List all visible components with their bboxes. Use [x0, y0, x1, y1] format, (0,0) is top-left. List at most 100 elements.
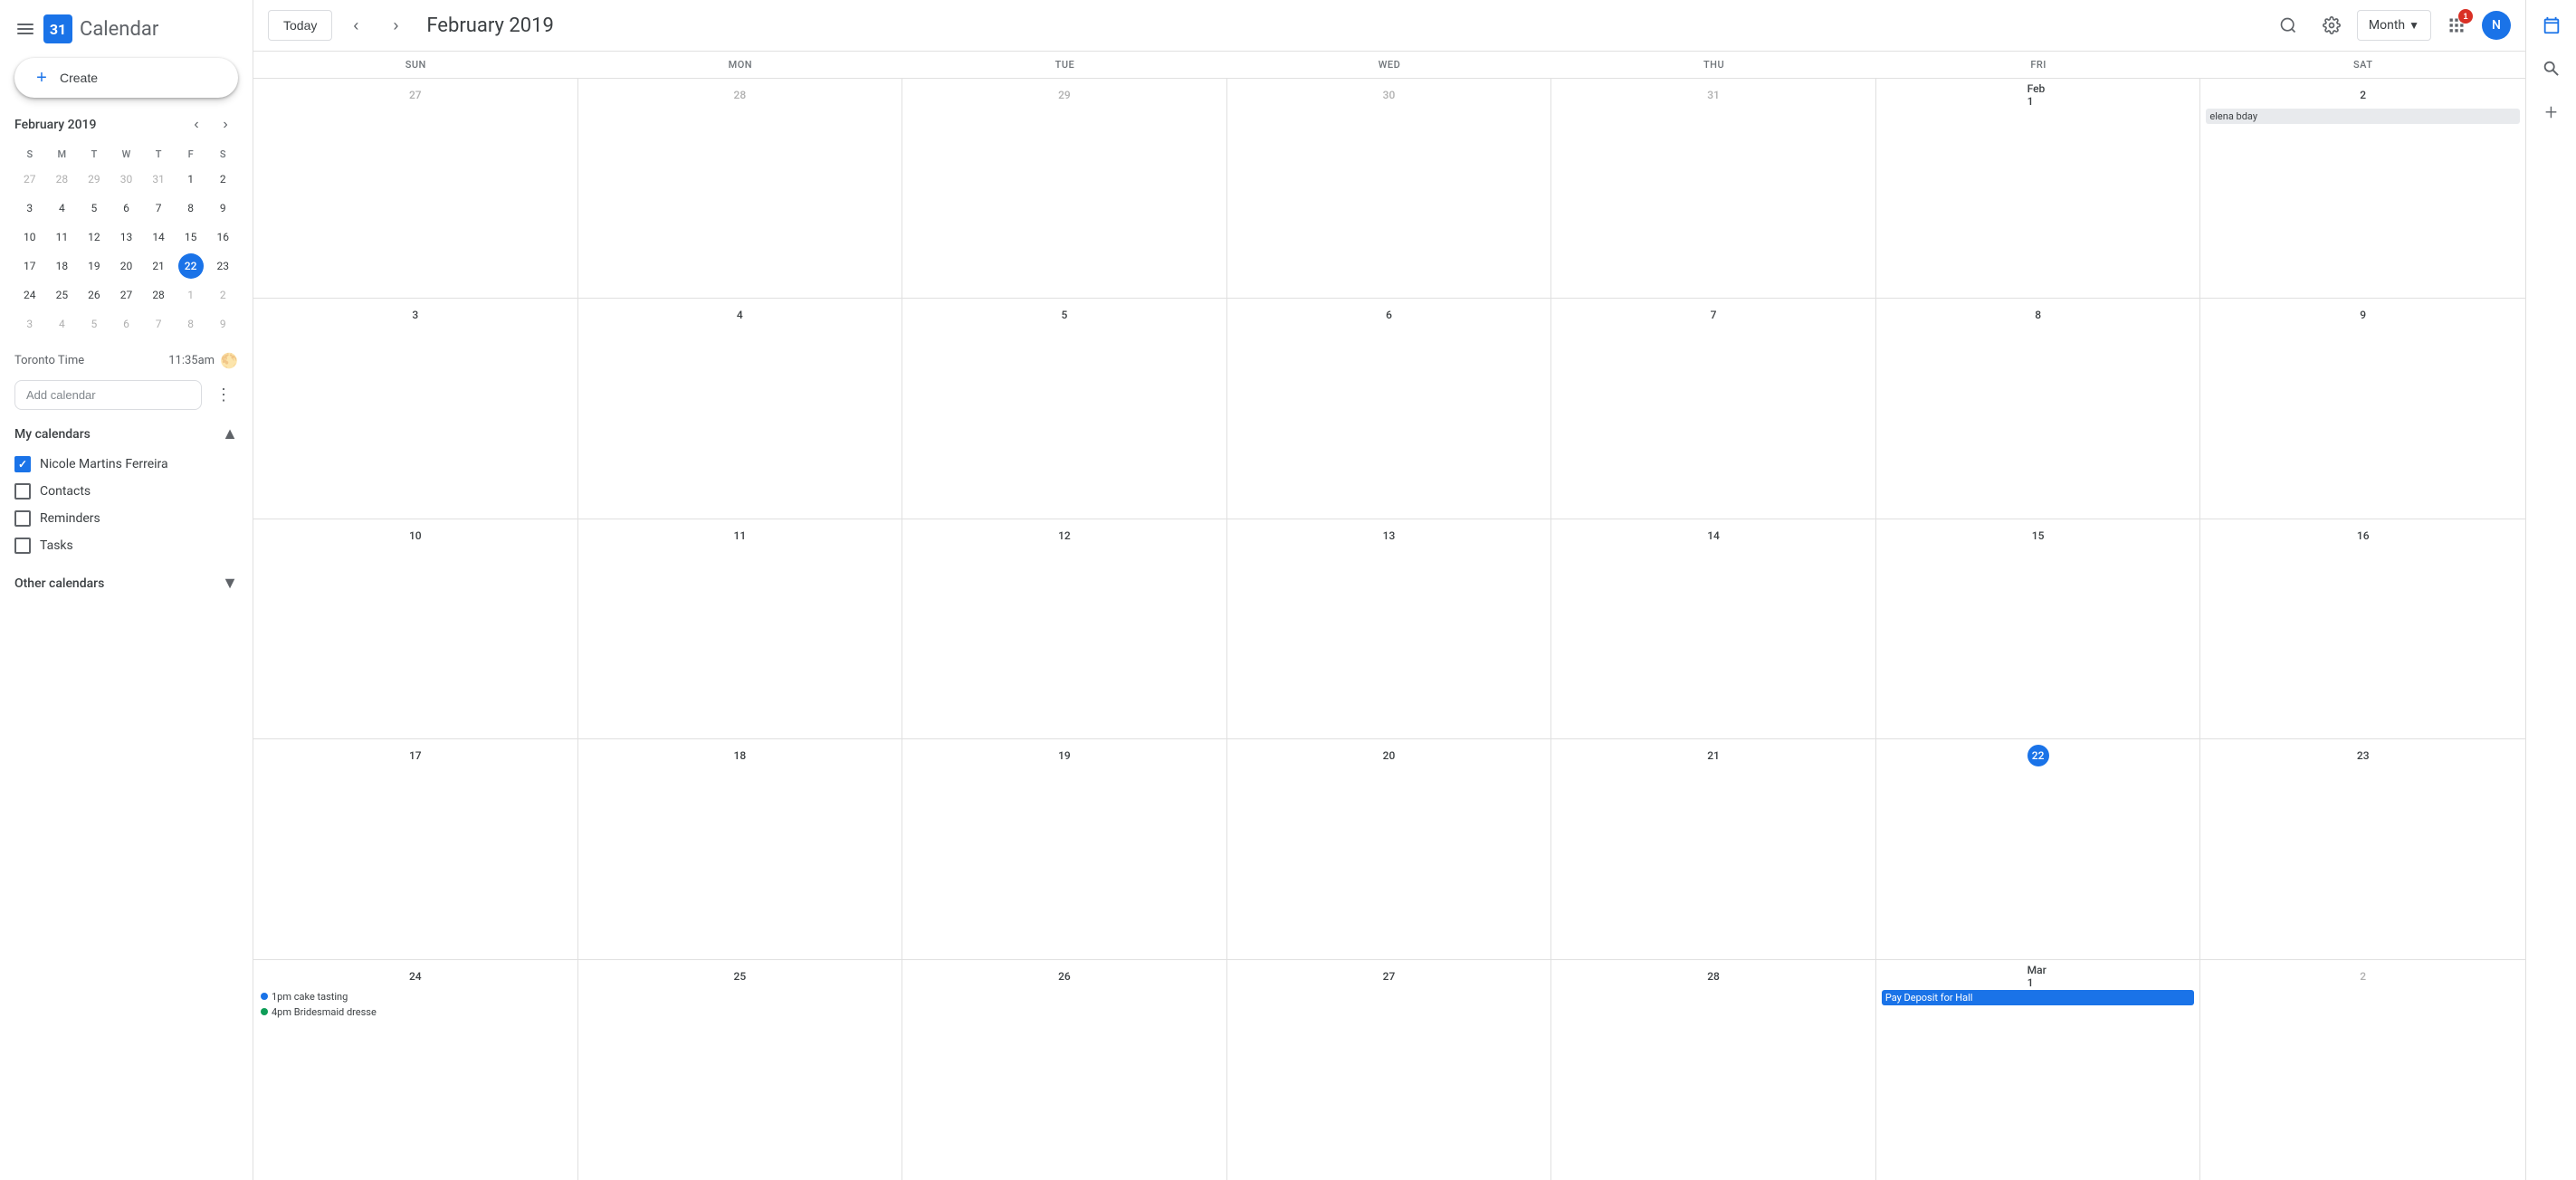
date-feb20[interactable]: 20 [1378, 745, 1399, 766]
cell-feb22[interactable]: 22 [1876, 739, 2201, 958]
mini-day[interactable]: 4 [49, 311, 74, 337]
cell-feb3[interactable]: 3 [253, 299, 578, 518]
date-jan29[interactable]: 29 [1054, 84, 1075, 106]
mini-day[interactable]: 27 [113, 282, 138, 308]
mini-day[interactable]: 9 [210, 195, 235, 221]
date-feb5[interactable]: 5 [1054, 304, 1075, 326]
cell-feb1[interactable]: Feb 1 [1876, 79, 2201, 298]
mini-day[interactable]: 28 [49, 167, 74, 192]
date-feb24[interactable]: 24 [405, 966, 426, 987]
cell-jan29[interactable]: 29 [902, 79, 1227, 298]
settings-button[interactable] [2314, 7, 2350, 43]
mini-day[interactable]: 8 [178, 195, 204, 221]
date-mar2[interactable]: 2 [2352, 966, 2374, 987]
cell-feb23[interactable]: 23 [2200, 739, 2525, 958]
calendar-checkbox-nicole[interactable] [14, 456, 31, 472]
mini-day[interactable]: 8 [178, 311, 204, 337]
date-feb25[interactable]: 25 [729, 966, 750, 987]
mini-day[interactable]: 31 [146, 167, 171, 192]
search-side-icon[interactable] [2533, 51, 2570, 87]
date-feb4[interactable]: 4 [729, 304, 750, 326]
mini-day[interactable]: 2 [210, 167, 235, 192]
mini-day[interactable]: 13 [113, 224, 138, 250]
calendar-item-nicole[interactable]: Nicole Martins Ferreira [0, 451, 253, 478]
cell-mar2[interactable]: 2 [2200, 960, 2525, 1180]
mini-day[interactable]: 24 [17, 282, 43, 308]
date-feb12[interactable]: 12 [1054, 525, 1075, 547]
mini-day[interactable]: 5 [81, 195, 107, 221]
date-jan28[interactable]: 28 [729, 84, 750, 106]
date-feb2[interactable]: 2 [2352, 84, 2374, 106]
date-feb21[interactable]: 21 [1703, 745, 1724, 766]
apps-button[interactable]: 1 [2438, 7, 2475, 43]
date-feb18[interactable]: 18 [729, 745, 750, 766]
mini-day[interactable]: 25 [49, 282, 74, 308]
cell-feb27[interactable]: 27 [1227, 960, 1552, 1180]
date-feb22-today[interactable]: 22 [2027, 745, 2049, 766]
date-jan27[interactable]: 27 [405, 84, 426, 106]
date-feb13[interactable]: 13 [1378, 525, 1399, 547]
mini-day[interactable]: 18 [49, 253, 74, 279]
cell-jan28[interactable]: 28 [578, 79, 903, 298]
next-month-button[interactable]: › [379, 9, 412, 42]
user-avatar[interactable]: N [2482, 11, 2511, 40]
cell-feb5[interactable]: 5 [902, 299, 1227, 518]
cell-feb17[interactable]: 17 [253, 739, 578, 958]
mini-day[interactable]: 11 [49, 224, 74, 250]
mini-day[interactable]: 3 [17, 195, 43, 221]
mini-day[interactable]: 1 [178, 282, 204, 308]
mini-day[interactable]: 12 [81, 224, 107, 250]
cell-feb15[interactable]: 15 [1876, 519, 2201, 738]
date-feb15[interactable]: 15 [2027, 525, 2049, 547]
date-feb19[interactable]: 19 [1054, 745, 1075, 766]
date-feb9[interactable]: 9 [2352, 304, 2374, 326]
cell-feb18[interactable]: 18 [578, 739, 903, 958]
add-event-side-button[interactable]: + [2533, 94, 2570, 130]
cell-jan27[interactable]: 27 [253, 79, 578, 298]
cell-feb14[interactable]: 14 [1551, 519, 1876, 738]
cell-feb25[interactable]: 25 [578, 960, 903, 1180]
cell-feb12[interactable]: 12 [902, 519, 1227, 738]
event-pay-deposit[interactable]: Pay Deposit for Hall [1882, 990, 2195, 1005]
mini-day[interactable]: 14 [146, 224, 171, 250]
more-options-button[interactable]: ⋮ [209, 381, 238, 410]
cell-feb6[interactable]: 6 [1227, 299, 1552, 518]
date-feb23[interactable]: 23 [2352, 745, 2374, 766]
cell-feb8[interactable]: 8 [1876, 299, 2201, 518]
date-feb1[interactable]: Feb 1 [2027, 84, 2049, 106]
cell-feb7[interactable]: 7 [1551, 299, 1876, 518]
cell-jan31[interactable]: 31 [1551, 79, 1876, 298]
calendar-checkbox-tasks[interactable] [14, 538, 31, 554]
calendar-item-reminders[interactable]: Reminders [0, 505, 253, 532]
date-jan30[interactable]: 30 [1378, 84, 1399, 106]
cell-feb9[interactable]: 9 [2200, 299, 2525, 518]
date-feb7[interactable]: 7 [1703, 304, 1724, 326]
mini-day[interactable]: 27 [17, 167, 43, 192]
cell-feb13[interactable]: 13 [1227, 519, 1552, 738]
date-feb3[interactable]: 3 [405, 304, 426, 326]
event-elena-bday[interactable]: elena bday [2206, 109, 2520, 124]
cell-jan30[interactable]: 30 [1227, 79, 1552, 298]
other-calendars-header[interactable]: Other calendars ▼ [0, 566, 253, 600]
mini-day[interactable]: 10 [17, 224, 43, 250]
mini-day[interactable]: 26 [81, 282, 107, 308]
add-calendar-input[interactable] [14, 380, 202, 410]
date-feb8[interactable]: 8 [2027, 304, 2049, 326]
cell-feb10[interactable]: 10 [253, 519, 578, 738]
date-feb17[interactable]: 17 [405, 745, 426, 766]
date-feb11[interactable]: 11 [729, 525, 750, 547]
mini-day[interactable]: 4 [49, 195, 74, 221]
date-feb28[interactable]: 28 [1703, 966, 1724, 987]
cell-feb4[interactable]: 4 [578, 299, 903, 518]
event-cake-tasting[interactable]: 1pm cake tasting [259, 990, 572, 1004]
mini-day[interactable]: 9 [210, 311, 235, 337]
mini-cal-next[interactable]: › [213, 112, 238, 138]
date-feb14[interactable]: 14 [1703, 525, 1724, 547]
calendar-item-tasks[interactable]: Tasks [0, 532, 253, 559]
mini-day[interactable]: 29 [81, 167, 107, 192]
date-feb6[interactable]: 6 [1378, 304, 1399, 326]
date-feb16[interactable]: 16 [2352, 525, 2374, 547]
mini-day[interactable]: 7 [146, 195, 171, 221]
mini-day[interactable]: 3 [17, 311, 43, 337]
mini-day[interactable]: 5 [81, 311, 107, 337]
